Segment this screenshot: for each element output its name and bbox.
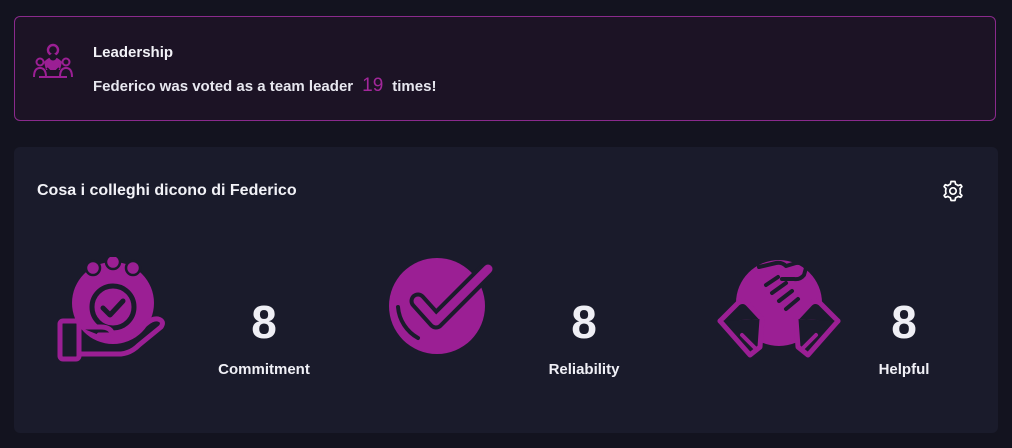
helpful-score: 8: [891, 296, 917, 348]
leadership-message: Federico was voted as a team leader 19 t…: [93, 75, 436, 97]
leadership-vote-count: 19: [362, 75, 384, 96]
handshake-icon: [717, 260, 841, 358]
leadership-text-before: Federico was voted as a team leader: [93, 78, 354, 95]
commitment-label: Commitment: [218, 361, 310, 378]
commitment-score: 8: [251, 296, 277, 348]
gear-icon[interactable]: [941, 179, 965, 203]
team-leader-icon: [33, 43, 73, 78]
leadership-text-after: times!: [392, 78, 437, 95]
leadership-card: Leadership Federico was voted as a team …: [14, 16, 996, 121]
reliability-label: Reliability: [548, 361, 620, 378]
feedback-title: Cosa i colleghi dicono di Federico: [37, 182, 297, 199]
helpful-label: Helpful: [878, 361, 930, 378]
commitment-hand-clock-icon: [57, 257, 165, 362]
leadership-title: Leadership: [93, 44, 174, 61]
check-circle-icon: [389, 258, 496, 354]
reliability-score: 8: [571, 296, 597, 348]
colleagues-feedback-card: Cosa i colleghi dicono di Federico 8 Com…: [14, 147, 998, 433]
